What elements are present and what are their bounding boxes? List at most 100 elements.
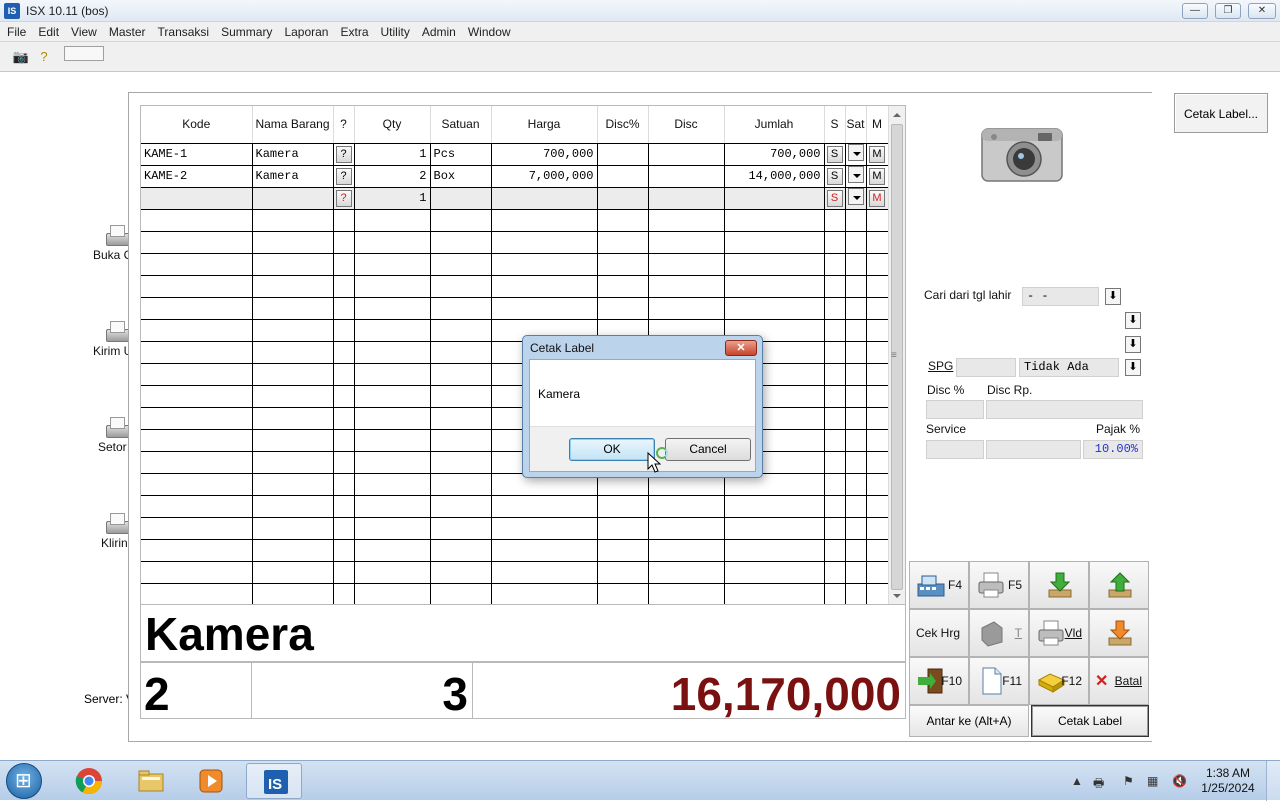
grid-cell[interactable] <box>866 451 889 474</box>
grid-cell[interactable] <box>648 209 725 232</box>
cell-satuan[interactable]: Box <box>430 165 492 188</box>
table-row[interactable]: KAME-1 Kamera ? 1 Pcs 700,000 700,000 S … <box>141 143 889 166</box>
grid-cell[interactable] <box>252 319 334 342</box>
grid-cell[interactable] <box>491 231 598 254</box>
grid-cell[interactable] <box>430 495 492 518</box>
col-qty[interactable]: Qty <box>354 106 431 144</box>
grid-cell[interactable] <box>333 495 355 518</box>
grid-cell[interactable] <box>866 429 889 452</box>
grid-cell[interactable] <box>252 407 334 430</box>
grid-cell[interactable] <box>597 517 649 540</box>
table-row-empty[interactable] <box>141 275 889 298</box>
f12-button[interactable]: F12 <box>1029 657 1089 705</box>
grid-cell[interactable] <box>141 583 253 604</box>
table-row-empty[interactable] <box>141 473 889 496</box>
grid-cell[interactable] <box>333 473 355 496</box>
table-row-empty[interactable] <box>141 319 889 342</box>
table-row-empty[interactable] <box>141 539 889 562</box>
menu-laporan[interactable]: Laporan <box>277 22 333 39</box>
cell-jumlah[interactable]: 700,000 <box>724 143 825 166</box>
cek-harga-button[interactable]: Cek Hrg <box>909 609 969 657</box>
grid-cell[interactable] <box>824 341 846 364</box>
grid-cell[interactable] <box>597 253 649 276</box>
disc-pct-field[interactable] <box>926 400 984 419</box>
table-row-empty[interactable] <box>141 451 889 474</box>
grid-cell[interactable] <box>333 275 355 298</box>
col-nama-barang[interactable]: Nama Barang <box>252 106 334 144</box>
grid-cell[interactable] <box>845 363 867 386</box>
grid-cell[interactable] <box>252 209 334 232</box>
menu-utility[interactable]: Utility <box>374 22 415 39</box>
col-sat[interactable]: Sat <box>845 106 867 144</box>
side-item-buka[interactable]: Buka C <box>86 224 130 262</box>
disc-rp-field[interactable] <box>986 400 1143 419</box>
grid-cell[interactable] <box>724 517 825 540</box>
grid-cell[interactable] <box>333 583 355 604</box>
grid-cell[interactable] <box>252 583 334 604</box>
grid-cell[interactable] <box>491 275 598 298</box>
tray-network-icon[interactable]: ▦ <box>1147 774 1158 788</box>
grid-cell[interactable] <box>724 583 825 604</box>
grid-cell[interactable] <box>252 275 334 298</box>
grid-cell[interactable] <box>824 407 846 430</box>
menu-view[interactable]: View <box>64 22 102 39</box>
grid-cell[interactable] <box>491 561 598 584</box>
grid-cell[interactable] <box>252 473 334 496</box>
grid-cell[interactable] <box>648 297 725 320</box>
grid-cell[interactable] <box>430 583 492 604</box>
vld-button[interactable]: Vld <box>1029 609 1089 657</box>
side-item-kirim[interactable]: Kirim U <box>86 320 130 358</box>
grid-cell[interactable] <box>354 363 431 386</box>
grid-cell[interactable] <box>430 429 492 452</box>
grid-cell[interactable] <box>824 495 846 518</box>
grid-cell[interactable] <box>866 341 889 364</box>
grid-cell[interactable] <box>866 319 889 342</box>
grid-cell[interactable] <box>252 495 334 518</box>
grid-cell[interactable] <box>866 297 889 320</box>
cell-nama[interactable]: Kamera <box>252 143 334 166</box>
grid-cell[interactable] <box>845 407 867 430</box>
grid-cell[interactable] <box>648 561 725 584</box>
cell-disc-pct[interactable] <box>597 187 649 210</box>
grid-cell[interactable] <box>724 209 825 232</box>
grid-cell[interactable] <box>845 561 867 584</box>
grid-cell[interactable] <box>252 297 334 320</box>
grid-cell[interactable] <box>648 253 725 276</box>
grid-cell[interactable] <box>866 561 889 584</box>
taskbar-explorer[interactable] <box>122 763 178 799</box>
f11-button[interactable]: F11 <box>969 657 1029 705</box>
cell-kode[interactable]: KAME-2 <box>141 165 253 188</box>
grid-cell[interactable] <box>597 209 649 232</box>
f5-button[interactable]: F5 <box>969 561 1029 609</box>
grid-cell[interactable] <box>252 253 334 276</box>
grid-cell[interactable] <box>141 319 253 342</box>
grid-cell[interactable] <box>866 517 889 540</box>
col-s[interactable]: S <box>824 106 846 144</box>
table-row-empty[interactable] <box>141 297 889 320</box>
grid-cell[interactable] <box>354 583 431 604</box>
grid-cell[interactable] <box>333 429 355 452</box>
grid-cell[interactable] <box>597 495 649 518</box>
cell-harga[interactable]: 700,000 <box>491 143 598 166</box>
f4-button[interactable]: F4 <box>909 561 969 609</box>
grid-cell[interactable] <box>824 209 846 232</box>
menu-file[interactable]: File <box>0 22 31 39</box>
tray-flag-icon[interactable]: ⚑ <box>1123 774 1134 788</box>
col-kode[interactable]: Kode <box>141 106 253 144</box>
side-item-kliring[interactable]: Klirin <box>86 512 130 550</box>
grid-cell[interactable] <box>354 451 431 474</box>
side-item-setor[interactable]: Setor <box>86 416 130 454</box>
grid-cell[interactable] <box>430 297 492 320</box>
grid-cell[interactable] <box>866 363 889 386</box>
splitter-grip-icon[interactable]: ≡ <box>891 350 897 361</box>
menu-edit[interactable]: Edit <box>31 22 64 39</box>
grid-cell[interactable] <box>845 341 867 364</box>
grid-cell[interactable] <box>430 253 492 276</box>
grid-cell[interactable] <box>866 209 889 232</box>
grid-cell[interactable] <box>333 517 355 540</box>
show-desktop-button[interactable] <box>1266 761 1280 801</box>
download-arrow-icon[interactable]: ⬇ <box>1105 288 1121 305</box>
grid-cell[interactable] <box>252 231 334 254</box>
col-help[interactable]: ? <box>333 106 355 144</box>
grid-cell[interactable] <box>724 275 825 298</box>
